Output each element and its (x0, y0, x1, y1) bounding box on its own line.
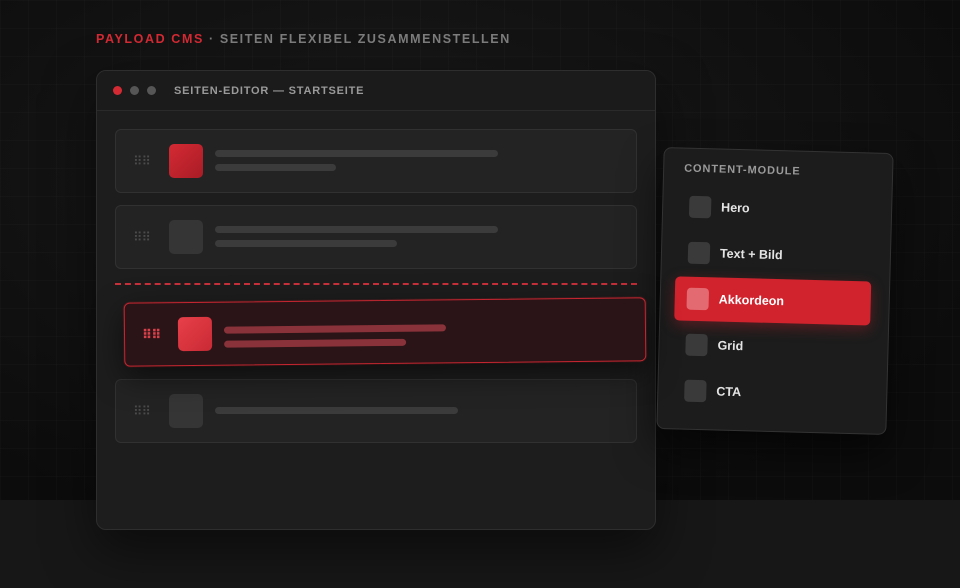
window-close-dot[interactable] (113, 86, 122, 95)
block-thumbnail (177, 316, 213, 352)
brand-name: PAYLOAD CMS (96, 32, 204, 46)
block-thumbnail (169, 394, 203, 428)
placeholder-line (224, 338, 407, 348)
content-block[interactable]: ⠿⠿ (115, 129, 637, 193)
placeholder-line (223, 324, 446, 334)
module-icon (684, 379, 707, 403)
module-label: Grid (717, 338, 744, 354)
drop-indicator (115, 283, 637, 285)
module-item-text-bild[interactable]: Text + Bild (675, 230, 872, 279)
drag-handle-icon[interactable]: ⠿⠿ (133, 155, 151, 168)
module-item-grid[interactable]: Grid (673, 322, 870, 371)
drag-handle-icon[interactable]: ⠿⠿ (142, 327, 160, 342)
module-icon (688, 195, 712, 219)
module-label: CTA (716, 384, 742, 400)
content-modules-panel: CONTENT-MODULE Hero Text + Bild Akkordeo… (656, 147, 894, 435)
block-thumbnail (169, 144, 203, 178)
placeholder-line (215, 164, 336, 171)
editor-titlebar: SEITEN-EDITOR — STARTSEITE (97, 71, 655, 111)
editor-title: SEITEN-EDITOR — STARTSEITE (174, 84, 365, 97)
drag-handle-icon[interactable]: ⠿⠿ (133, 231, 151, 244)
window-maximize-dot[interactable] (147, 86, 156, 95)
module-icon (687, 241, 711, 265)
module-icon (686, 287, 710, 311)
tagline: PAYLOAD CMS · SEITEN FLEXIBEL ZUSAMMENST… (96, 32, 511, 46)
tagline-separator: · (208, 32, 215, 46)
placeholder-line (215, 407, 458, 414)
tagline-text: SEITEN FLEXIBEL ZUSAMMENSTELLEN (219, 32, 511, 46)
placeholder-line (215, 226, 498, 233)
window-minimize-dot[interactable] (130, 86, 139, 95)
panel-title: CONTENT-MODULE (684, 162, 801, 178)
drag-handle-icon[interactable]: ⠿⠿ (133, 405, 151, 418)
module-label: Akkordeon (718, 292, 785, 309)
content-block[interactable]: ⠿⠿ (115, 379, 637, 443)
placeholder-line (215, 150, 498, 157)
module-item-hero[interactable]: Hero (677, 184, 874, 233)
module-item-akkordeon[interactable]: Akkordeon (674, 276, 872, 326)
module-label: Hero (720, 200, 750, 216)
module-item-cta[interactable]: CTA (672, 368, 869, 417)
module-label: Text + Bild (719, 246, 783, 263)
content-block[interactable]: ⠿⠿ (115, 205, 637, 269)
placeholder-line (215, 240, 397, 247)
module-icon (685, 333, 708, 357)
block-thumbnail (169, 220, 203, 254)
dragged-block[interactable]: ⠿⠿ (123, 297, 647, 367)
